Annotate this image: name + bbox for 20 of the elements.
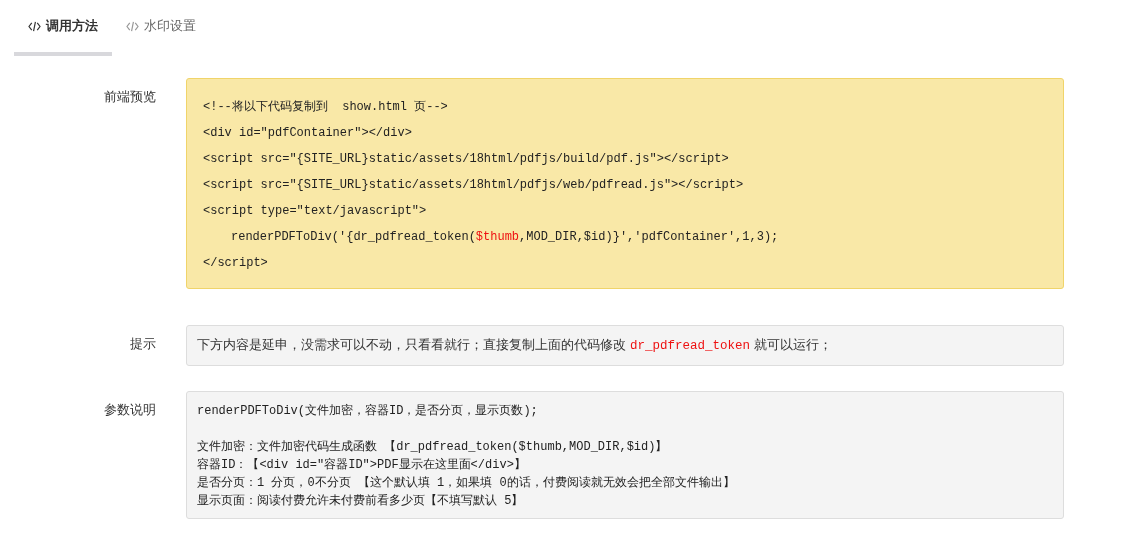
param-description: 容器ID：【<div id="容器ID">PDF显示在这里面</div>】 (197, 457, 527, 474)
code-line: <div id="pdfContainer"></div> (203, 125, 413, 142)
code-line: <script src="{SITE_URL}static/assets/18html/pdfjs/web/pdfread.js"></script> (203, 177, 745, 194)
code-line: </script> (203, 255, 269, 272)
param-description: 是否分页：1 分页，0不分页 【这个默认填 1，如果填 0的话，付费阅读就无效会把全部文件输出】 (197, 475, 736, 492)
code-line: <script src="{SITE_URL}static/assets/18html/pdfjs/build/pdf.js"></script> (203, 151, 730, 168)
param-description: 显示页面：阅读付费允许未付费前看多少页【不填写默认 5】 (197, 493, 525, 510)
field-label: 参数说明 (103, 401, 157, 419)
code-icon (28, 20, 41, 32)
code-icon (126, 20, 139, 32)
tab[interactable]: 调用方法 (14, 0, 112, 56)
tip-text: 下方内容是延申，没需求可以不动，只看看就行；直接复制上面的代码修改 dr_pdfread_token 就可以运行； (197, 336, 833, 355)
code-line: renderPDFToDiv('{dr_pdfread_token($thumb,MOD_DIR,$id)}','pdfContainer',1,3); (230, 229, 780, 246)
field-label: 提示 (129, 335, 157, 353)
tab[interactable]: 水印设置 (112, 0, 210, 56)
code-line: renderPDFToDiv(文件加密，容器ID，是否分页，显示页数); (197, 403, 539, 420)
param-description: 文件加密：文件加密代码生成函数 【dr_pdfread_token($thumb,MOD_DIR,$id)】 (197, 439, 669, 456)
code-line: <script type="text/javascript"> (203, 203, 428, 220)
field-label: 前端预览 (103, 88, 157, 106)
code-line: <!--将以下代码复制到 show.html 页--> (203, 99, 449, 116)
